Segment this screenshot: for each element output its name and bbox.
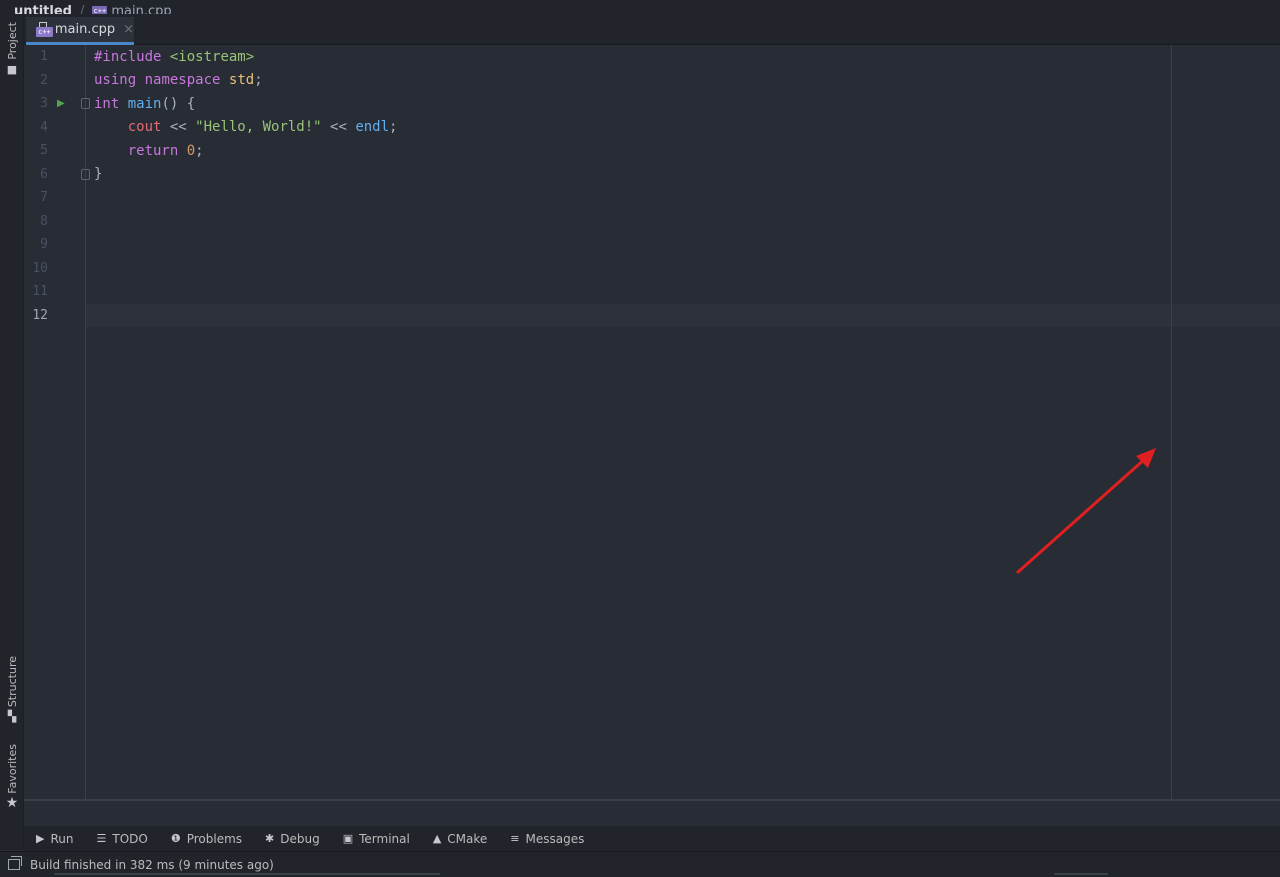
code-line[interactable]: 2 using namespace std; — [24, 69, 1280, 93]
messages-label: Messages — [525, 831, 585, 846]
bug-icon: ✱ — [265, 832, 275, 845]
info-circle-icon: ❶ — [170, 832, 181, 845]
status-scroll-strip — [54, 873, 440, 875]
code-line[interactable]: 11 — [24, 280, 1280, 304]
line-number: 5 — [40, 143, 48, 159]
line-number: 4 — [40, 119, 48, 135]
problems-tool-button[interactable]: ❶ Problems — [171, 832, 242, 846]
code-text[interactable]: #include <iostream> — [94, 49, 254, 65]
tool-windows-toggle-icon[interactable] — [8, 856, 22, 870]
tool-window-bar: ▶ Run ☰ TODO ❶ Problems ✱ Debug ▣ Termin… — [24, 826, 1280, 851]
cmake-label: CMake — [447, 831, 488, 846]
star-icon: ★ — [5, 794, 19, 811]
messages-icon: ≡ — [510, 832, 520, 845]
line-number: 1 — [40, 49, 48, 65]
run-label: Run — [50, 831, 74, 846]
fold-marker-icon[interactable] — [81, 168, 90, 180]
line-number: 10 — [32, 260, 48, 276]
folder-icon: ■ — [6, 62, 18, 76]
breadcrumb-separator: / — [79, 4, 85, 14]
line-number: 7 — [40, 190, 48, 206]
bottom-panel-divider — [24, 799, 1280, 826]
tab-main-cpp[interactable]: c++ main.cpp × — [26, 17, 134, 45]
breadcrumb: untitled / c++ main.cpp — [0, 0, 1280, 14]
code-text[interactable]: return 0; — [94, 143, 204, 159]
code-line[interactable]: 8 — [24, 210, 1280, 234]
tab-label: main.cpp — [54, 22, 116, 37]
code-line[interactable]: 7 — [24, 186, 1280, 210]
code-line[interactable]: 6 } — [24, 163, 1280, 187]
ide-window: untitled / c++ main.cpp Project ■ Struct… — [0, 0, 1280, 877]
code-editor[interactable]: 1 #include <iostream> 2 using namespace … — [24, 45, 1280, 799]
code-line[interactable]: 12 — [24, 304, 1280, 328]
terminal-icon: ▣ — [342, 832, 354, 845]
cmake-tool-button[interactable]: ▲ CMake — [433, 832, 487, 846]
problems-label: Problems — [186, 831, 243, 846]
run-tool-button[interactable]: ▶ Run — [36, 832, 73, 846]
code-line[interactable]: 3 ▶ int main() { — [24, 92, 1280, 116]
messages-tool-button[interactable]: ≡ Messages — [510, 832, 584, 846]
code-line[interactable]: 4 cout << "Hello, World!" << endl; — [24, 116, 1280, 140]
annotation-arrow — [1016, 448, 1156, 574]
terminal-tool-button[interactable]: ▣ Terminal — [343, 832, 410, 846]
list-icon: ☰ — [96, 832, 107, 845]
fold-marker-icon[interactable] — [81, 98, 90, 110]
project-tool-tab[interactable]: Project ■ — [0, 22, 24, 75]
line-number: 6 — [40, 166, 48, 182]
status-message[interactable]: Build finished in 382 ms (9 minutes ago) — [30, 858, 274, 872]
code-line[interactable]: 5 return 0; — [24, 139, 1280, 163]
todo-label: TODO — [112, 831, 148, 846]
left-tool-strip: Project ■ Structure ▚ Favorites ★ — [0, 14, 24, 850]
structure-tab-label: Structure — [5, 656, 19, 708]
line-number: 2 — [40, 72, 48, 88]
editor-tab-bar: c++ main.cpp × — [24, 14, 1280, 45]
code-text[interactable]: cout << "Hello, World!" << endl; — [94, 119, 398, 135]
code-text[interactable]: using namespace std; — [94, 72, 263, 88]
structure-tool-tab[interactable]: Structure ▚ — [0, 656, 24, 722]
play-icon: ▶ — [36, 832, 45, 845]
debug-tool-button[interactable]: ✱ Debug — [265, 832, 320, 846]
structure-icon: ▚ — [7, 710, 17, 724]
code-text[interactable]: } — [94, 166, 102, 182]
breadcrumb-file[interactable]: c++ main.cpp — [92, 4, 172, 14]
line-number: 8 — [40, 213, 48, 229]
cmake-triangle-icon: ▲ — [432, 832, 442, 845]
debug-label: Debug — [280, 831, 320, 846]
line-number: 9 — [40, 237, 48, 253]
status-widget-strip — [1054, 873, 1108, 875]
code-text[interactable]: int main() { — [94, 96, 195, 112]
breadcrumb-file-label: main.cpp — [111, 4, 172, 14]
code-line[interactable]: 1 #include <iostream> — [24, 45, 1280, 69]
cpp-file-icon: c++ — [92, 6, 108, 14]
close-icon[interactable]: × — [123, 22, 134, 37]
cpp-file-icon: c++ — [36, 22, 53, 37]
breadcrumb-project[interactable]: untitled — [14, 4, 72, 14]
favorites-tab-label: Favorites — [5, 744, 19, 794]
line-number: 3 — [40, 96, 48, 112]
code-line[interactable]: 9 — [24, 233, 1280, 257]
run-gutter-icon[interactable]: ▶ — [57, 98, 65, 109]
favorites-tool-tab[interactable]: Favorites ★ — [0, 744, 24, 811]
project-tab-label: Project — [5, 22, 19, 60]
todo-tool-button[interactable]: ☰ TODO — [96, 832, 147, 846]
code-line[interactable]: 10 — [24, 257, 1280, 281]
line-number-current: 12 — [32, 307, 48, 323]
terminal-label: Terminal — [359, 831, 410, 846]
line-number: 11 — [32, 284, 48, 300]
